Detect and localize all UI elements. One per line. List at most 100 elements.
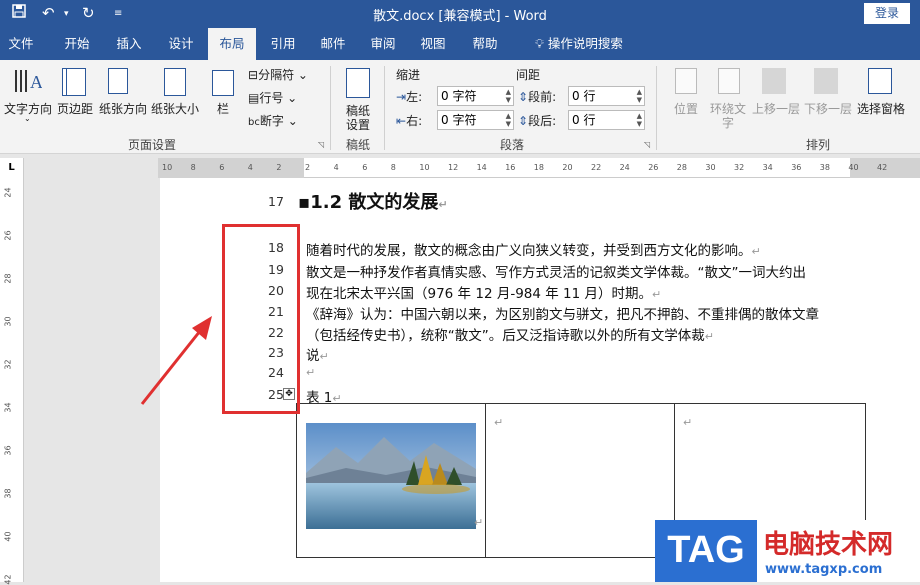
vruler-tick-label: 36 (3, 445, 13, 456)
vruler-tick-label: 42 (3, 574, 13, 585)
indent-right-label: ⇤右: (396, 114, 423, 128)
ruler-tick-label: 16 (505, 163, 516, 172)
ruler-tick-label: 22 (591, 163, 602, 172)
vruler-tick-label: 30 (3, 316, 13, 327)
spacing-before-input[interactable]: 0 行 ▲ ▼ (568, 86, 645, 106)
spacing-before-icon: ⇕ (518, 90, 529, 104)
ruler-tick-label: 26 (648, 163, 659, 172)
manuscript-icon (346, 68, 370, 98)
selection-pane-icon (868, 68, 892, 94)
document-line[interactable]: 说↵ (306, 344, 329, 364)
ruler-tick-label: 2 (276, 163, 282, 172)
tab-mailings[interactable]: 邮件 (310, 28, 356, 60)
line-text: 散文是一种抒发作者真情实感、写作方式灵活的记叙类文学体裁。“散文”一词大约出 (306, 265, 806, 281)
separator (330, 66, 331, 150)
ruler-tick-label: 40 (848, 163, 859, 172)
heading-text: 1.2 散文的发展 (310, 192, 439, 213)
indent-right-icon: ⇤ (396, 114, 407, 128)
login-button[interactable]: 登录 (864, 3, 910, 24)
paragraph-group-label: 段落 (500, 138, 525, 152)
horizontal-ruler[interactable]: 10 8 6 4 2 2 4 6 8 10 12 14 16 18 20 22 24 26 28 30 32 34 36 38… (158, 158, 920, 178)
line-numbers-label: 行号 (259, 91, 284, 105)
document-line[interactable]: 随着时代的发展，散文的概念由广义向狭义转变，并受到西方文化的影响。↵ (306, 239, 761, 259)
tab-design[interactable]: 设计 (158, 28, 204, 60)
size-label: 纸张大小 (151, 102, 200, 116)
indent-right-input[interactable]: 0 字符 ▲ ▼ (437, 110, 514, 130)
line-numbers-button[interactable]: ▤行号 ⌄ (248, 89, 297, 106)
tab-selector[interactable]: L (0, 158, 24, 178)
breaks-label: 分隔符 (258, 68, 295, 82)
ruler-tick-label: 38 (819, 163, 830, 172)
table-cell[interactable]: ↵ (297, 404, 486, 557)
tab-home[interactable]: 开始 (54, 28, 100, 60)
separator (384, 66, 385, 150)
selection-pane-label: 选择窗格 (857, 102, 906, 116)
document-line[interactable]: 现在北宋太平兴国（976 年 12 月-984 年 11 月）时期。↵ (306, 282, 661, 302)
ruler-tick-label: 30 (705, 163, 716, 172)
line-numbers-icon: ▤ (248, 91, 260, 105)
ruler-tick-label: 36 (791, 163, 802, 172)
margins-icon-line (66, 68, 67, 96)
lightbulb-icon: 💡︎ (535, 36, 544, 51)
spin-arrows-icon[interactable]: ▲ ▼ (637, 88, 642, 104)
ruler-tick-label: 14 (476, 163, 487, 172)
hyphenation-button[interactable]: bc断字 ⌄ (248, 112, 298, 129)
ruler-tick-label: 6 (219, 163, 225, 172)
spin-arrows-icon[interactable]: ▲ ▼ (637, 112, 642, 128)
document-line[interactable]: 《辞海》认为：中国六朝以来，为区别韵文与骈文，把凡不押韵、不重排偶的散体文章 (306, 303, 819, 323)
tab-view[interactable]: 视图 (410, 28, 456, 60)
cell-end-mark-icon: ↵ (494, 416, 504, 429)
spacing-after-input[interactable]: 0 行 ▲ ▼ (568, 110, 645, 130)
landscape-image[interactable] (306, 423, 476, 529)
line-text: （包括经传史书），统称“散文”。后又泛指诗歌以外的所有文学体裁 (306, 328, 705, 344)
ruler-tick-label: 10 (162, 163, 173, 172)
document-line[interactable]: 散文是一种抒发作者真情实感、写作方式灵活的记叙类文学体裁。“散文”一词大约出 (306, 261, 806, 281)
line-number: 17 (268, 194, 284, 209)
spacing-after-icon: ⇕ (518, 114, 529, 128)
tab-references[interactable]: 引用 (260, 28, 306, 60)
tab-layout[interactable]: 布局 (208, 28, 256, 60)
window-title: 散文.docx [兼容模式] - Word (373, 9, 547, 24)
document-line[interactable]: （包括经传史书），统称“散文”。后又泛指诗歌以外的所有文学体裁↵ (306, 324, 714, 344)
table-cell[interactable]: ↵ (486, 404, 675, 557)
spin-arrows-icon[interactable]: ▲ ▼ (506, 88, 511, 104)
ruler-tick-label: 10 (419, 163, 430, 172)
tab-review[interactable]: 审阅 (360, 28, 406, 60)
text-direction-icon: A (15, 70, 42, 92)
page-setup-group-label: 页面设置 (128, 138, 177, 152)
spin-arrows-icon[interactable]: ▲ ▼ (506, 112, 511, 128)
ruler-tick-label: 6 (362, 163, 368, 172)
paragraph-launcher-icon[interactable]: ◹ (644, 140, 650, 149)
paragraph-mark-icon: ↵ (306, 366, 316, 379)
tab-insert[interactable]: 插入 (106, 28, 152, 60)
manuscript-group-label: 稿纸 (346, 138, 371, 152)
send-backward-label: 下移一层 (804, 102, 853, 116)
manuscript-label-2: 设置 (346, 118, 371, 132)
send-backward-icon (814, 68, 838, 94)
ruler-tick-label: 18 (533, 163, 544, 172)
tab-file[interactable]: 文件 (0, 28, 42, 60)
site-name: 电脑技术网 (763, 530, 894, 560)
tab-help[interactable]: 帮助 (462, 28, 508, 60)
position-label: 位置 (674, 102, 699, 116)
vruler-tick-label: 28 (3, 273, 13, 284)
breaks-button[interactable]: ⊟分隔符 ⌄ (248, 66, 308, 83)
indent-left-input[interactable]: 0 字符 ▲ ▼ (437, 86, 514, 106)
bring-forward-icon (762, 68, 786, 94)
cell-end-mark-icon: ↵ (474, 516, 484, 529)
page-setup-launcher-icon[interactable]: ◹ (318, 140, 324, 149)
ruler-tick-label: 24 (619, 163, 630, 172)
document-line[interactable]: ↵ (306, 364, 315, 380)
vertical-ruler[interactable]: 24 26 28 30 32 34 36 38 40 42 (0, 178, 24, 585)
title-bar: ↶ ▾ ↻ ≡ 散文.docx [兼容模式] - Word 登录 (0, 0, 920, 28)
tell-me-search[interactable]: 💡︎ 操作说明搜索 (524, 28, 634, 60)
bring-forward-label: 上移一层 (752, 102, 801, 116)
document-heading[interactable]: ▪1.2 散文的发展↵ (298, 188, 448, 214)
ruler-margin-left (158, 158, 304, 178)
hyphenation-label: 断字 (259, 114, 284, 128)
ruler-tick-label: 42 (877, 163, 888, 172)
paragraph-mark-icon: ↵ (319, 350, 329, 363)
ruler-tick-label: 32 (734, 163, 745, 172)
site-watermark: TAG 电脑技术网 www.tagxp.com (655, 520, 920, 582)
vruler-tick-label: 26 (3, 230, 13, 241)
